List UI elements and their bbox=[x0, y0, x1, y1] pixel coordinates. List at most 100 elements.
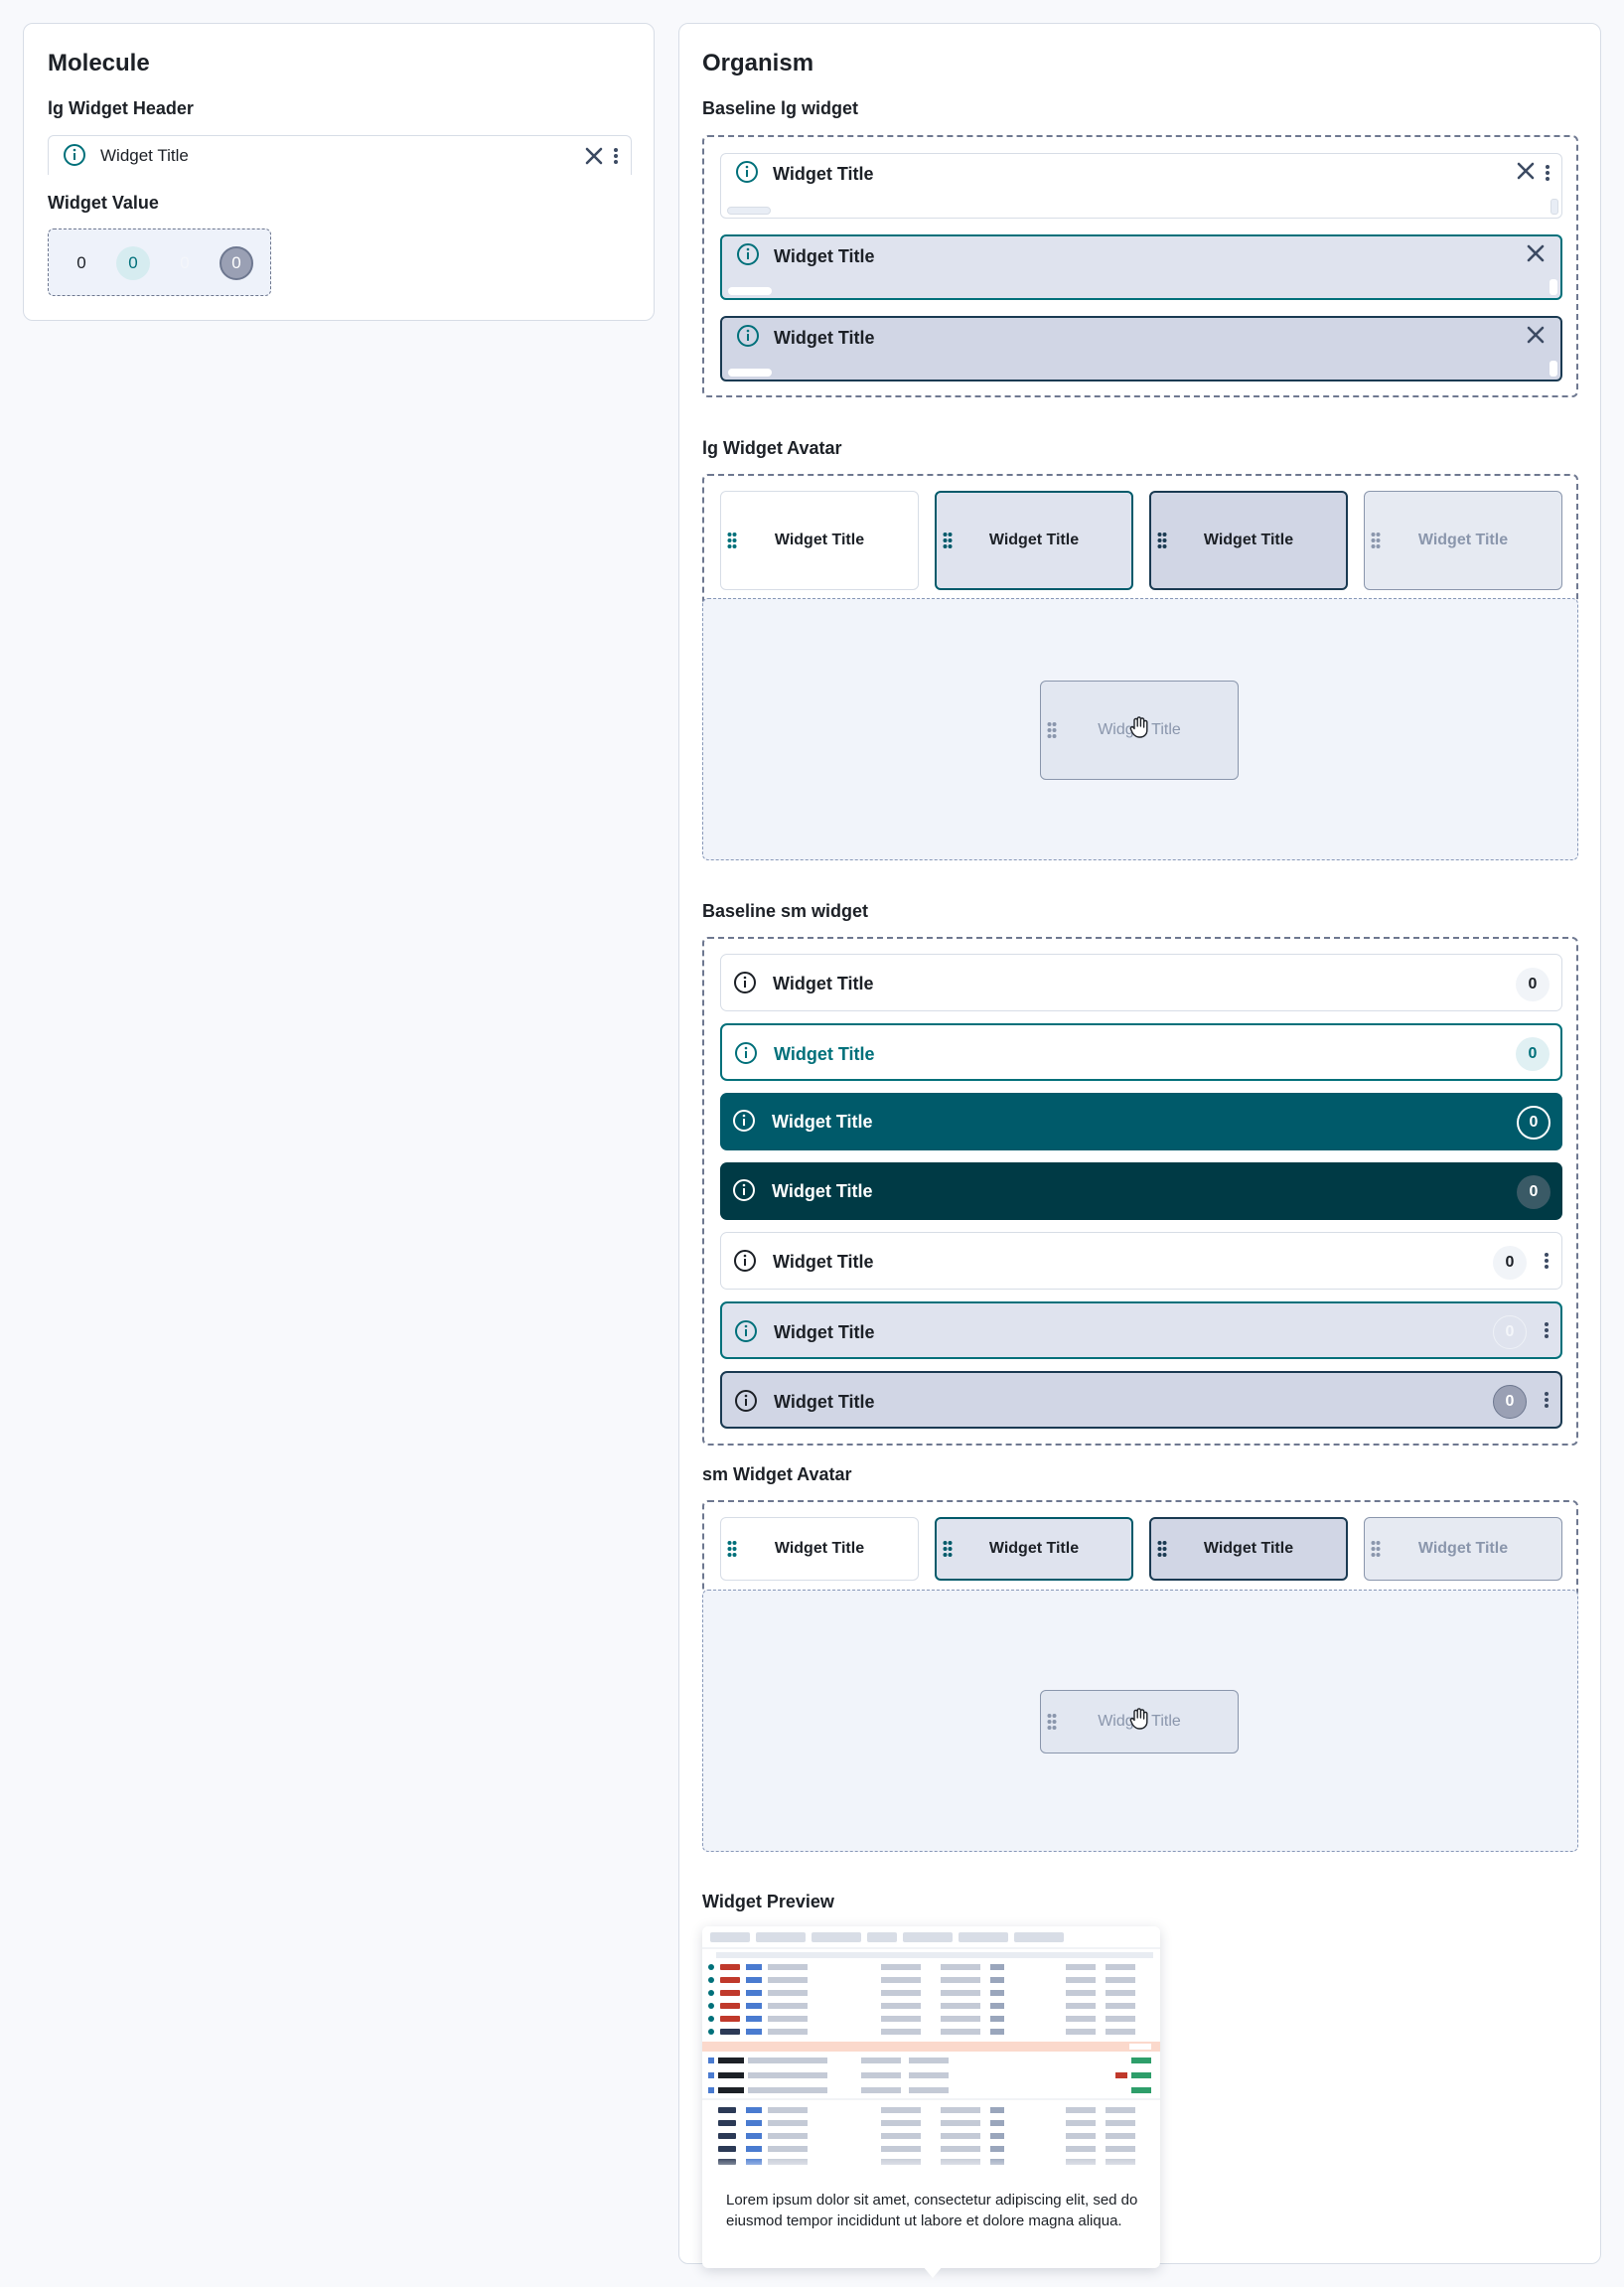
widget-value-group: 0 0 0 0 bbox=[48, 229, 271, 296]
sm-widget-avatar-label: sm Widget Avatar bbox=[702, 1464, 852, 1484]
lg-avatar-group: Widget Title Widget Title Widget Title W… bbox=[702, 474, 1578, 607]
info-icon bbox=[736, 242, 760, 271]
lg-avatar-hover[interactable]: Widget Title bbox=[935, 491, 1133, 590]
widget-title: Widget Title bbox=[1417, 532, 1509, 548]
lg-avatar-active[interactable]: Widget Title bbox=[1149, 491, 1348, 590]
scrollbar-vertical[interactable] bbox=[1550, 199, 1558, 215]
widget-value: 0 bbox=[1516, 968, 1550, 1001]
preview-thumbnail bbox=[702, 1926, 1160, 2177]
close-icon[interactable] bbox=[583, 145, 605, 172]
widget-value: 0 bbox=[1516, 1037, 1550, 1071]
widget-preview-card: Lorem ipsum dolor sit amet, consectetur … bbox=[702, 1926, 1160, 2278]
baseline-lg-group: Widget Title Widget Title Widget Title bbox=[702, 135, 1578, 397]
scrollbar-horizontal[interactable] bbox=[728, 369, 772, 377]
kebab-menu-icon[interactable] bbox=[1543, 163, 1552, 188]
grab-cursor-icon bbox=[1128, 1707, 1150, 1736]
baseline-lg-label: Baseline lg widget bbox=[702, 98, 859, 118]
kebab-menu-icon[interactable] bbox=[1542, 1320, 1551, 1345]
lg-drop-zone[interactable]: Widget Title bbox=[702, 598, 1578, 860]
preview-description: Lorem ipsum dolor sit amet, consectetur … bbox=[726, 2192, 1138, 2229]
sm-drop-zone[interactable]: Widget Title bbox=[702, 1590, 1578, 1852]
lg-widget-avatar-label: lg Widget Avatar bbox=[702, 438, 842, 458]
lg-widget-hover[interactable]: Widget Title bbox=[720, 234, 1562, 300]
widget-value-hover: 0 bbox=[116, 246, 150, 280]
close-icon[interactable] bbox=[1525, 242, 1547, 269]
info-icon bbox=[735, 160, 759, 189]
info-icon bbox=[732, 1109, 756, 1138]
kebab-menu-icon[interactable] bbox=[1542, 1390, 1551, 1415]
widget-value: 0 bbox=[1493, 1246, 1527, 1280]
info-icon bbox=[736, 324, 760, 353]
sm-widget-hover[interactable]: Widget Title 0 bbox=[720, 1023, 1562, 1081]
widget-value-inverse: 0 bbox=[180, 253, 190, 272]
tooltip-pointer bbox=[923, 2266, 943, 2278]
widget-value: 0 bbox=[1517, 1106, 1550, 1140]
lg-widget-header-label: lg Widget Header bbox=[48, 98, 194, 118]
lg-widget-active[interactable]: Widget Title bbox=[720, 316, 1562, 381]
widget-title: Widget Title bbox=[1203, 532, 1294, 548]
widget-title: Widget Title bbox=[773, 974, 874, 993]
widget-title: Widget Title bbox=[774, 246, 875, 266]
sm-avatar-hover[interactable]: Widget Title bbox=[935, 1517, 1133, 1581]
widget-title: Widget Title bbox=[773, 164, 874, 184]
sm-drag-tile[interactable]: Widget Title bbox=[1040, 1690, 1239, 1753]
widget-title: Widget Title bbox=[988, 1540, 1080, 1557]
widget-value: 0 bbox=[1493, 1385, 1527, 1419]
close-icon[interactable] bbox=[1515, 160, 1537, 187]
widget-value: 0 bbox=[1493, 1315, 1527, 1349]
molecule-title: Molecule bbox=[48, 50, 150, 76]
sm-widget-menu-active[interactable]: Widget Title 0 bbox=[720, 1371, 1562, 1429]
widget-title: Widget Title bbox=[774, 1044, 875, 1064]
baseline-sm-group: Widget Title 0 Widget Title 0 Widget Tit… bbox=[702, 937, 1578, 1446]
grab-cursor-icon bbox=[1128, 715, 1150, 744]
sm-widget-selected-pressed[interactable]: Widget Title 0 bbox=[720, 1162, 1562, 1220]
sm-widget-menu-hover[interactable]: Widget Title 0 bbox=[720, 1301, 1562, 1359]
widget-title: Widget Title bbox=[773, 1252, 874, 1272]
widget-title: Widget Title bbox=[988, 532, 1080, 548]
organism-title: Organism bbox=[702, 50, 814, 76]
lg-widget-default[interactable]: Widget Title bbox=[720, 153, 1562, 219]
molecule-panel: Molecule lg Widget Header Widget Title W… bbox=[23, 23, 655, 321]
widget-title: Widget Title bbox=[772, 1112, 873, 1132]
baseline-sm-label: Baseline sm widget bbox=[702, 901, 869, 921]
info-icon bbox=[734, 1041, 758, 1070]
sm-widget-selected[interactable]: Widget Title 0 bbox=[720, 1093, 1562, 1150]
info-icon bbox=[63, 143, 86, 172]
widget-preview-label: Widget Preview bbox=[702, 1892, 834, 1911]
widget-title: Widget Title bbox=[1417, 1540, 1509, 1557]
widget-title: Widget Title bbox=[774, 1322, 875, 1342]
scrollbar-horizontal[interactable] bbox=[727, 207, 771, 215]
lg-avatar-disabled[interactable]: Widget Title bbox=[1364, 491, 1562, 590]
widget-value: 0 bbox=[1517, 1175, 1550, 1209]
widget-title: Widget Title bbox=[100, 146, 189, 165]
sm-avatar-disabled[interactable]: Widget Title bbox=[1364, 1517, 1562, 1581]
widget-title: Widget Title bbox=[774, 328, 875, 348]
info-icon bbox=[734, 1319, 758, 1348]
widget-title: Widget Title bbox=[774, 1392, 875, 1412]
info-icon bbox=[734, 1389, 758, 1418]
lg-drag-tile[interactable]: Widget Title bbox=[1040, 681, 1239, 780]
widget-value-label: Widget Value bbox=[48, 193, 159, 213]
kebab-menu-icon[interactable] bbox=[611, 146, 621, 171]
scrollbar-horizontal[interactable] bbox=[728, 287, 772, 295]
scrollbar-vertical[interactable] bbox=[1550, 361, 1557, 377]
info-icon bbox=[733, 1249, 757, 1278]
kebab-menu-icon[interactable] bbox=[1542, 1251, 1551, 1276]
sm-widget-menu-default[interactable]: Widget Title 0 bbox=[720, 1232, 1562, 1290]
sm-avatar-default[interactable]: Widget Title bbox=[720, 1517, 919, 1581]
sm-widget-default[interactable]: Widget Title 0 bbox=[720, 954, 1562, 1011]
lg-avatar-default[interactable]: Widget Title bbox=[720, 491, 919, 590]
widget-title: Widget Title bbox=[772, 1181, 873, 1201]
info-icon bbox=[733, 971, 757, 999]
info-icon bbox=[732, 1178, 756, 1207]
sm-avatar-group: Widget Title Widget Title Widget Title W… bbox=[702, 1500, 1578, 1598]
widget-title: Widget Title bbox=[774, 532, 865, 548]
sm-avatar-active[interactable]: Widget Title bbox=[1149, 1517, 1348, 1581]
widget-value-active: 0 bbox=[220, 246, 253, 280]
lg-widget-header[interactable]: Widget Title bbox=[48, 135, 632, 175]
widget-value-default: 0 bbox=[76, 253, 86, 272]
close-icon[interactable] bbox=[1525, 324, 1547, 351]
scrollbar-vertical[interactable] bbox=[1550, 279, 1557, 295]
widget-title: Widget Title bbox=[1203, 1540, 1294, 1557]
organism-panel: Organism Baseline lg widget Widget Title… bbox=[678, 23, 1601, 2278]
